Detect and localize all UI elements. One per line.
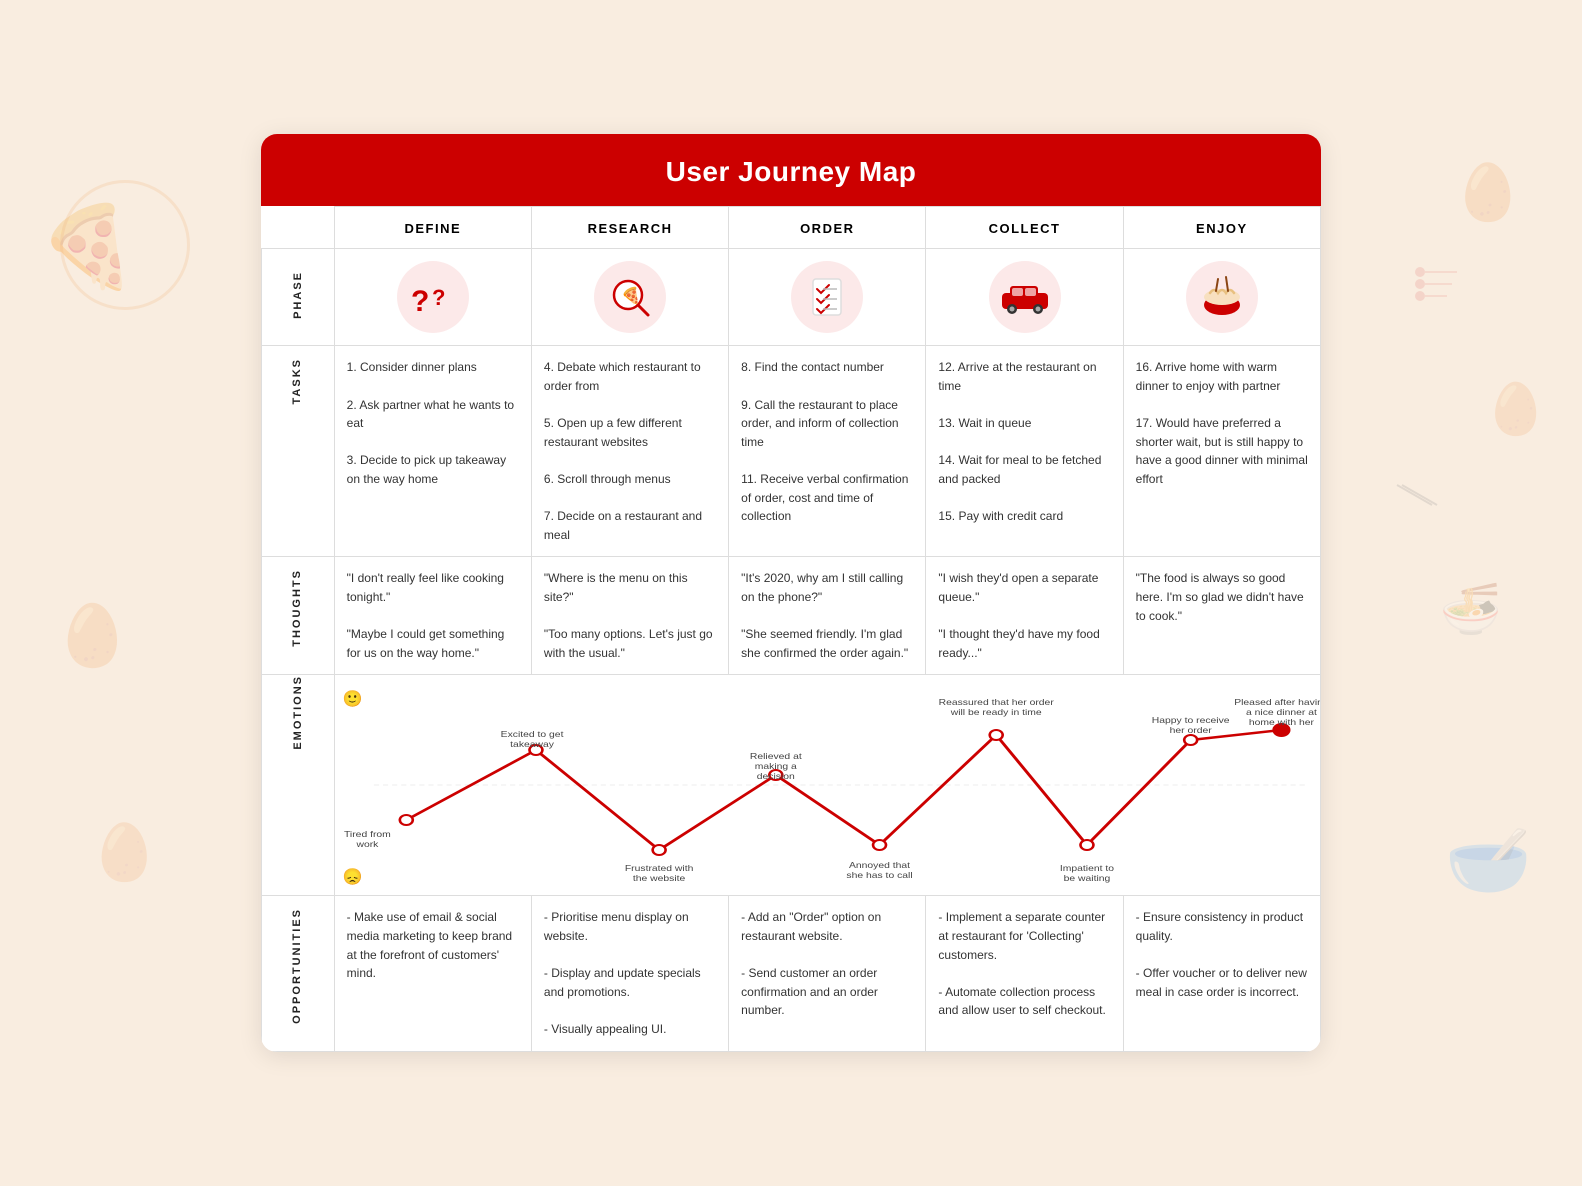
svg-text:🍕: 🍕: [621, 286, 641, 305]
tasks-enjoy-text: 16. Arrive home with warm dinner to enjo…: [1136, 360, 1308, 486]
svg-text:takeaway: takeaway: [510, 740, 554, 749]
svg-text:making a: making a: [754, 762, 797, 771]
tasks-enjoy: 16. Arrive home with warm dinner to enjo…: [1123, 346, 1320, 557]
phase-order: [729, 249, 926, 346]
header-row: DEFINE RESEARCH ORDER COLLECT ENJOY: [262, 207, 1321, 249]
opps-order: - Add an "Order" option on restaurant we…: [729, 896, 926, 1051]
opps-research-text: - Prioritise menu display on website. - …: [544, 910, 701, 1036]
tasks-label-cell: TASKS: [262, 346, 335, 557]
svg-text:Relieved at: Relieved at: [750, 752, 802, 761]
thoughts-order-text: "It's 2020, why am I still calling on th…: [741, 571, 908, 659]
emotions-chart: 🙂 😞: [335, 675, 1320, 895]
phase-research-icon: 🍕: [594, 261, 666, 333]
phase-order-icon: [791, 261, 863, 333]
thoughts-order: "It's 2020, why am I still calling on th…: [729, 557, 926, 675]
emotions-label-cell: EMOTIONS: [262, 675, 335, 896]
svg-text:she has to call: she has to call: [846, 871, 912, 880]
svg-text:Excited to get: Excited to get: [500, 730, 563, 739]
col-header-order: ORDER: [729, 207, 926, 249]
journey-map-card: User Journey Map DEFINE RESEARCH ORDER C…: [261, 134, 1321, 1051]
svg-text:will be ready in time: will be ready in time: [949, 708, 1041, 717]
emotions-row: EMOTIONS 🙂 😞: [262, 675, 1321, 896]
svg-text:Happy to receive: Happy to receive: [1151, 716, 1229, 725]
thoughts-enjoy-text: "The food is always so good here. I'm so…: [1136, 571, 1304, 622]
phase-collect: [926, 249, 1123, 346]
svg-text:be waiting: be waiting: [1063, 874, 1110, 883]
svg-text:her order: her order: [1169, 726, 1211, 735]
page-title: User Journey Map: [666, 156, 917, 187]
phase-row-label: PHASE: [292, 271, 304, 319]
phase-define-icon: ? ?: [397, 261, 469, 333]
opps-enjoy-text: - Ensure consistency in product quality.…: [1136, 910, 1307, 998]
thoughts-row-label: THOUGHTS: [289, 569, 306, 647]
thoughts-collect: "I wish they'd open a separate queue." "…: [926, 557, 1123, 675]
emotions-chart-cell: 🙂 😞: [334, 675, 1320, 896]
table-wrap: DEFINE RESEARCH ORDER COLLECT ENJOY PHAS…: [261, 206, 1321, 1051]
emotions-row-label: EMOTIONS: [292, 675, 304, 750]
svg-text:home with her: home with her: [1249, 718, 1314, 727]
tasks-row-label: TASKS: [289, 358, 306, 404]
opps-define: - Make use of email & social media marke…: [334, 896, 531, 1051]
phase-define: ? ?: [334, 249, 531, 346]
col-header-define: DEFINE: [334, 207, 531, 249]
opps-collect: - Implement a separate counter at restau…: [926, 896, 1123, 1051]
svg-text:Frustrated with: Frustrated with: [625, 864, 694, 873]
svg-text:work: work: [355, 840, 378, 849]
tasks-order-text: 8. Find the contact number 9. Call the r…: [741, 360, 908, 523]
thoughts-label-cell: THOUGHTS: [262, 557, 335, 675]
svg-text:?: ?: [432, 285, 445, 310]
emotions-svg: Tired from work Excited to get takeaway …: [335, 675, 1320, 895]
opps-research: - Prioritise menu display on website. - …: [531, 896, 728, 1051]
svg-text:a nice dinner at: a nice dinner at: [1246, 708, 1317, 717]
col-header-enjoy: ENJOY: [1123, 207, 1320, 249]
phase-collect-icon: [989, 261, 1061, 333]
card-header: User Journey Map: [261, 134, 1321, 206]
svg-text:Tired from: Tired from: [344, 830, 391, 839]
tasks-collect-text: 12. Arrive at the restaurant on time 13.…: [938, 360, 1101, 523]
phase-research: 🍕: [531, 249, 728, 346]
col-header-research: RESEARCH: [531, 207, 728, 249]
opps-define-text: - Make use of email & social media marke…: [347, 910, 512, 980]
col-header-collect: COLLECT: [926, 207, 1123, 249]
opps-collect-text: - Implement a separate counter at restau…: [938, 910, 1105, 1017]
svg-text:Reassured that her order: Reassured that her order: [938, 698, 1053, 707]
svg-text:Pleased after having: Pleased after having: [1234, 698, 1320, 707]
tasks-research: 4. Debate which restaurant to order from…: [531, 346, 728, 557]
thoughts-collect-text: "I wish they'd open a separate queue." "…: [938, 571, 1099, 659]
thoughts-define: "I don't really feel like cooking tonigh…: [334, 557, 531, 675]
thoughts-row: THOUGHTS "I don't really feel like cooki…: [262, 557, 1321, 675]
tasks-define: 1. Consider dinner plans 2. Ask partner …: [334, 346, 531, 557]
svg-text:Impatient to: Impatient to: [1060, 864, 1114, 873]
svg-text:?: ?: [411, 285, 429, 317]
tasks-define-text: 1. Consider dinner plans 2. Ask partner …: [347, 360, 514, 486]
tasks-order: 8. Find the contact number 9. Call the r…: [729, 346, 926, 557]
svg-text:the website: the website: [633, 874, 685, 883]
phase-label-cell: PHASE: [262, 249, 335, 346]
journey-map-table: DEFINE RESEARCH ORDER COLLECT ENJOY PHAS…: [261, 206, 1321, 1051]
phase-enjoy: [1123, 249, 1320, 346]
opps-label-cell: OPPORTUNITIES: [262, 896, 335, 1051]
thoughts-research: "Where is the menu on this site?" "Too m…: [531, 557, 728, 675]
tasks-research-text: 4. Debate which restaurant to order from…: [544, 360, 702, 541]
phase-enjoy-icon: [1186, 261, 1258, 333]
opps-row-label: OPPORTUNITIES: [289, 908, 306, 1024]
svg-text:decision: decision: [756, 772, 794, 781]
tasks-row: TASKS 1. Consider dinner plans 2. Ask pa…: [262, 346, 1321, 557]
svg-text:Annoyed that: Annoyed that: [849, 861, 911, 870]
thoughts-research-text: "Where is the menu on this site?" "Too m…: [544, 571, 713, 659]
opps-order-text: - Add an "Order" option on restaurant we…: [741, 910, 881, 1017]
phase-row: PHASE ? ?: [262, 249, 1321, 346]
opps-enjoy: - Ensure consistency in product quality.…: [1123, 896, 1320, 1051]
tasks-collect: 12. Arrive at the restaurant on time 13.…: [926, 346, 1123, 557]
thoughts-enjoy: "The food is always so good here. I'm so…: [1123, 557, 1320, 675]
opportunities-row: OPPORTUNITIES - Make use of email & soci…: [262, 896, 1321, 1051]
thoughts-define-text: "I don't really feel like cooking tonigh…: [347, 571, 505, 659]
